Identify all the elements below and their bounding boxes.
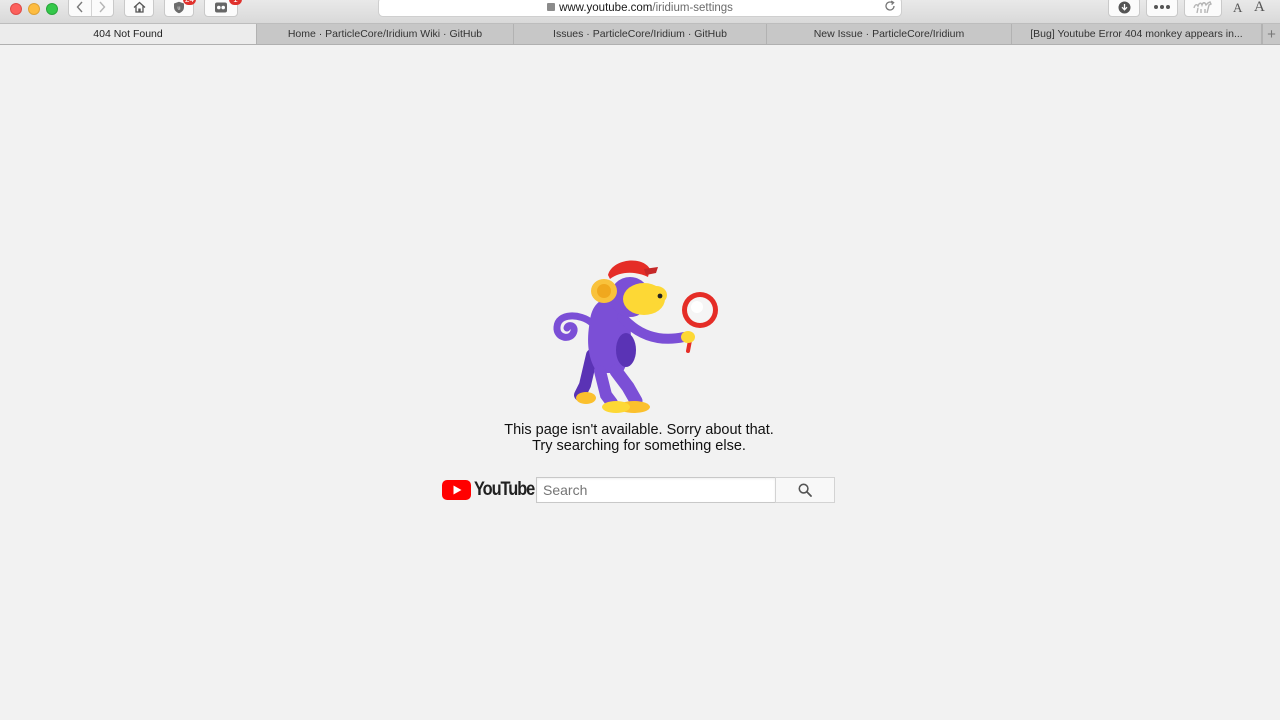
svg-text:u: u: [177, 5, 180, 11]
new-tab-button[interactable]: +: [1262, 24, 1280, 44]
font-size-larger-button[interactable]: A: [1254, 0, 1265, 16]
tab-label: 404 Not Found: [93, 28, 163, 40]
ghostery-extension-button[interactable]: 1: [204, 0, 242, 17]
search-input[interactable]: [536, 477, 776, 503]
chevron-left-icon: [76, 1, 83, 13]
monkey-illustration: [553, 260, 718, 413]
ghost-icon: [215, 2, 227, 13]
font-size-smaller-button[interactable]: A: [1233, 0, 1242, 16]
ghostery-badge: 1: [229, 0, 242, 5]
camelcamelcamel-extension-button[interactable]: [1184, 0, 1222, 17]
forward-button[interactable]: [90, 0, 114, 16]
browser-toolbar: u 24 1 www.youtube.com/iridium-settings …: [0, 0, 1280, 24]
tab-404-not-found[interactable]: 404 Not Found: [0, 24, 257, 44]
url-path: /iridium-settings: [652, 2, 733, 14]
error-message-line1: This page isn't available. Sorry about t…: [504, 422, 774, 438]
window-minimize-button[interactable]: [28, 3, 40, 15]
tab-iridium-issues[interactable]: Issues · ParticleCore/Iridium · GitHub: [514, 24, 767, 44]
reload-button[interactable]: [884, 0, 896, 17]
back-button[interactable]: [69, 0, 91, 16]
chevron-right-icon: [99, 1, 106, 13]
ublock-extension-button[interactable]: u 24: [164, 0, 196, 17]
address-bar[interactable]: www.youtube.com/iridium-settings: [378, 0, 902, 17]
search-button[interactable]: [775, 477, 835, 503]
window-close-button[interactable]: [10, 3, 22, 15]
tab-label: New Issue · ParticleCore/Iridium: [813, 28, 965, 40]
home-button[interactable]: [124, 0, 154, 17]
downloads-button[interactable]: [1108, 0, 1140, 17]
home-icon: [133, 1, 145, 13]
youtube-wordmark: YouTube: [474, 479, 535, 500]
lock-icon: [547, 3, 556, 11]
tab-bar: 404 Not Found Home · ParticleCore/Iridiu…: [0, 24, 1280, 45]
error-message-line2: Try searching for something else.: [532, 438, 746, 454]
youtube-play-icon: [442, 480, 471, 500]
window-maximize-button[interactable]: [46, 3, 58, 15]
url-text: www.youtube.com/iridium-settings: [379, 2, 901, 14]
url-host: www.youtube.com: [559, 2, 653, 14]
search-icon: [798, 483, 812, 497]
ellipsis-icon: [1154, 5, 1170, 9]
ublock-badge: 24: [183, 0, 196, 5]
navigation-buttons: [68, 0, 114, 17]
tab-bug-report[interactable]: [Bug] Youtube Error 404 monkey appears i…: [1012, 24, 1262, 44]
tab-label: Issues · ParticleCore/Iridium · GitHub: [553, 28, 727, 40]
tab-new-issue[interactable]: New Issue · ParticleCore/Iridium: [767, 24, 1012, 44]
youtube-logo[interactable]: YouTube: [442, 479, 544, 501]
error-message: This page isn't available. Sorry about t…: [440, 422, 838, 454]
more-options-button[interactable]: [1146, 0, 1178, 17]
download-icon: [1118, 1, 1130, 13]
tab-label: Home · ParticleCore/Iridium Wiki · GitHu…: [287, 28, 483, 40]
page-content: This page isn't available. Sorry about t…: [0, 45, 1280, 720]
reload-icon: [885, 0, 895, 11]
tab-iridium-wiki[interactable]: Home · ParticleCore/Iridium Wiki · GitHu…: [257, 24, 514, 44]
tab-label: [Bug] Youtube Error 404 monkey appears i…: [1030, 28, 1243, 40]
camel-icon: [1193, 1, 1212, 14]
